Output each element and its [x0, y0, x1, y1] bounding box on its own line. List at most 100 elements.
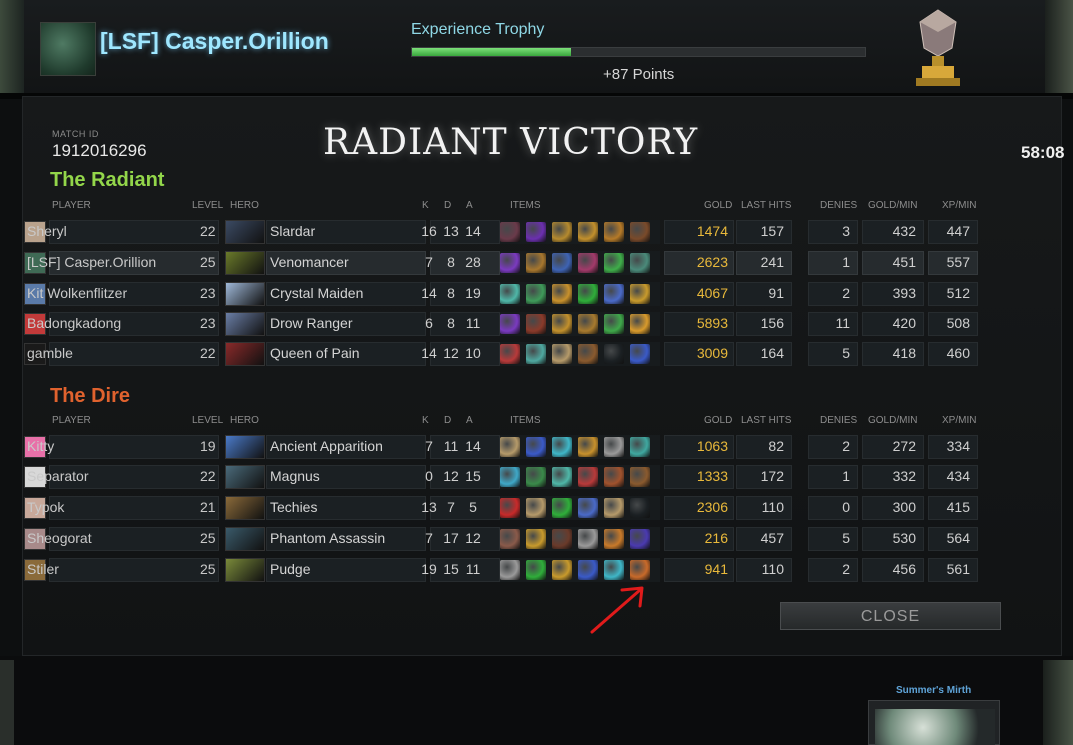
- player-name[interactable]: Sheogorat: [27, 530, 92, 546]
- item-slot-icon[interactable]: [604, 284, 624, 304]
- kills: 14: [421, 345, 437, 361]
- item-slot-icon[interactable]: [552, 498, 572, 518]
- hero-portrait[interactable]: [225, 435, 265, 459]
- player-name[interactable]: Sheryl: [27, 223, 67, 239]
- item-slot-icon[interactable]: [630, 314, 650, 334]
- item-slot-icon[interactable]: [630, 222, 650, 242]
- item-slot-icon[interactable]: [526, 498, 546, 518]
- hero-portrait[interactable]: [225, 496, 265, 520]
- item-slot-icon[interactable]: [552, 253, 572, 273]
- hero-portrait[interactable]: [225, 342, 265, 366]
- item-slot-icon[interactable]: [526, 314, 546, 334]
- item-slot-icon[interactable]: [552, 560, 572, 580]
- item-slot-icon[interactable]: [630, 344, 650, 364]
- radiant-player-row[interactable]: Kit Wolkenflitzer 23 Crystal Maiden 14 8 19 40…: [24, 282, 979, 306]
- dire-player-row[interactable]: Separator 22 Magnus 0 12 15 1333 172 1 332 434: [24, 465, 979, 489]
- item-slot-icon[interactable]: [578, 284, 598, 304]
- item-slot-icon[interactable]: [630, 284, 650, 304]
- item-slot-icon[interactable]: [500, 344, 520, 364]
- player-name[interactable]: Separator: [27, 468, 88, 484]
- player-name[interactable]: Stiler: [27, 561, 59, 577]
- item-slot-icon[interactable]: [578, 314, 598, 334]
- hero-portrait[interactable]: [225, 251, 265, 275]
- player-name-cell: [49, 558, 219, 582]
- item-slot-icon[interactable]: [526, 253, 546, 273]
- item-slot-icon[interactable]: [604, 498, 624, 518]
- player-name[interactable]: [LSF] Casper.Orillion: [27, 254, 156, 270]
- radiant-player-row[interactable]: Badongkadong 23 Drow Ranger 6 8 11 5893 156 11 42…: [24, 312, 979, 336]
- item-slot-icon[interactable]: [500, 498, 520, 518]
- summers-mirth-label[interactable]: Summer's Mirth: [896, 685, 971, 696]
- item-slot-icon[interactable]: [526, 437, 546, 457]
- header-last-hits: LAST HITS: [741, 200, 792, 211]
- item-slot-icon[interactable]: [500, 253, 520, 273]
- player-avatar[interactable]: [40, 22, 96, 76]
- item-slot-icon[interactable]: [604, 222, 624, 242]
- item-slot-icon[interactable]: [604, 560, 624, 580]
- item-slot-icon[interactable]: [630, 437, 650, 457]
- item-slot-icon[interactable]: [604, 344, 624, 364]
- item-slot-icon[interactable]: [578, 529, 598, 549]
- radiant-player-row[interactable]: [LSF] Casper.Orillion 25 Venomancer 7 8 28 262…: [24, 251, 979, 275]
- dire-player-row[interactable]: Kitty 19 Ancient Apparition 7 11 14 1063 82 2 272…: [24, 435, 979, 459]
- dire-player-row[interactable]: Typok 21 Techies 13 7 5 2306 110 0 300 415: [24, 496, 979, 520]
- item-slot-icon[interactable]: [578, 253, 598, 273]
- player-name[interactable]: Typok: [27, 499, 64, 515]
- item-slot-icon[interactable]: [552, 314, 572, 334]
- item-slot-icon[interactable]: [552, 529, 572, 549]
- item-slot-icon[interactable]: [578, 467, 598, 487]
- item-slot-icon[interactable]: [500, 314, 520, 334]
- item-slot-icon[interactable]: [500, 284, 520, 304]
- item-slot-icon[interactable]: [500, 560, 520, 580]
- item-slot-icon[interactable]: [578, 344, 598, 364]
- item-slot-icon[interactable]: [604, 529, 624, 549]
- radiant-player-row[interactable]: gamble 22 Queen of Pain 14 12 10 3009 164 5 418 46…: [24, 342, 979, 366]
- item-slot-icon[interactable]: [578, 222, 598, 242]
- item-slot-icon[interactable]: [604, 437, 624, 457]
- hero-portrait[interactable]: [225, 558, 265, 582]
- item-slot-icon[interactable]: [552, 284, 572, 304]
- item-slot-icon[interactable]: [552, 222, 572, 242]
- item-slot-icon[interactable]: [526, 529, 546, 549]
- item-slot-icon[interactable]: [604, 467, 624, 487]
- dire-player-row[interactable]: Sheogorat 25 Phantom Assassin 7 17 12 216 457 5 5…: [24, 527, 979, 551]
- item-slot-icon[interactable]: [604, 314, 624, 334]
- hero-portrait[interactable]: [225, 220, 265, 244]
- item-slot-icon[interactable]: [500, 467, 520, 487]
- radiant-player-row[interactable]: Sheryl 22 Slardar 16 13 14 1474 157 3 432 447: [24, 220, 979, 244]
- item-slot-icon[interactable]: [578, 437, 598, 457]
- item-slot-icon[interactable]: [526, 560, 546, 580]
- hero-portrait[interactable]: [225, 312, 265, 336]
- item-slot-icon[interactable]: [552, 467, 572, 487]
- player-name[interactable]: [LSF] Casper.Orillion: [100, 28, 329, 55]
- item-slot-icon[interactable]: [630, 560, 650, 580]
- item-slot-icon[interactable]: [526, 284, 546, 304]
- item-slot-icon[interactable]: [630, 253, 650, 273]
- hero-portrait[interactable]: [225, 527, 265, 551]
- last-hits: 110: [761, 561, 784, 577]
- hero-portrait[interactable]: [225, 282, 265, 306]
- item-slot-icon[interactable]: [604, 253, 624, 273]
- player-name[interactable]: Kitty: [27, 438, 54, 454]
- summers-mirth-card[interactable]: [868, 700, 1000, 745]
- hero-portrait[interactable]: [225, 465, 265, 489]
- close-button[interactable]: CLOSE: [780, 602, 1001, 630]
- item-slot-icon[interactable]: [578, 498, 598, 518]
- item-slot-icon[interactable]: [526, 344, 546, 364]
- item-slot-icon[interactable]: [552, 344, 572, 364]
- item-slot-icon[interactable]: [552, 437, 572, 457]
- item-slot-icon[interactable]: [526, 467, 546, 487]
- hero-name: Magnus: [270, 468, 320, 484]
- item-slot-icon[interactable]: [630, 498, 650, 518]
- player-name[interactable]: Kit Wolkenflitzer: [27, 285, 127, 301]
- item-slot-icon[interactable]: [526, 222, 546, 242]
- item-slot-icon[interactable]: [500, 222, 520, 242]
- item-slot-icon[interactable]: [578, 560, 598, 580]
- item-slot-icon[interactable]: [630, 529, 650, 549]
- player-name[interactable]: Badongkadong: [27, 315, 121, 331]
- player-name[interactable]: gamble: [27, 345, 73, 361]
- item-slot-icon[interactable]: [630, 467, 650, 487]
- item-slot-icon[interactable]: [500, 529, 520, 549]
- item-slot-icon[interactable]: [500, 437, 520, 457]
- dire-player-row[interactable]: Stiler 25 Pudge 19 15 11 941 110 2 456 561: [24, 558, 979, 582]
